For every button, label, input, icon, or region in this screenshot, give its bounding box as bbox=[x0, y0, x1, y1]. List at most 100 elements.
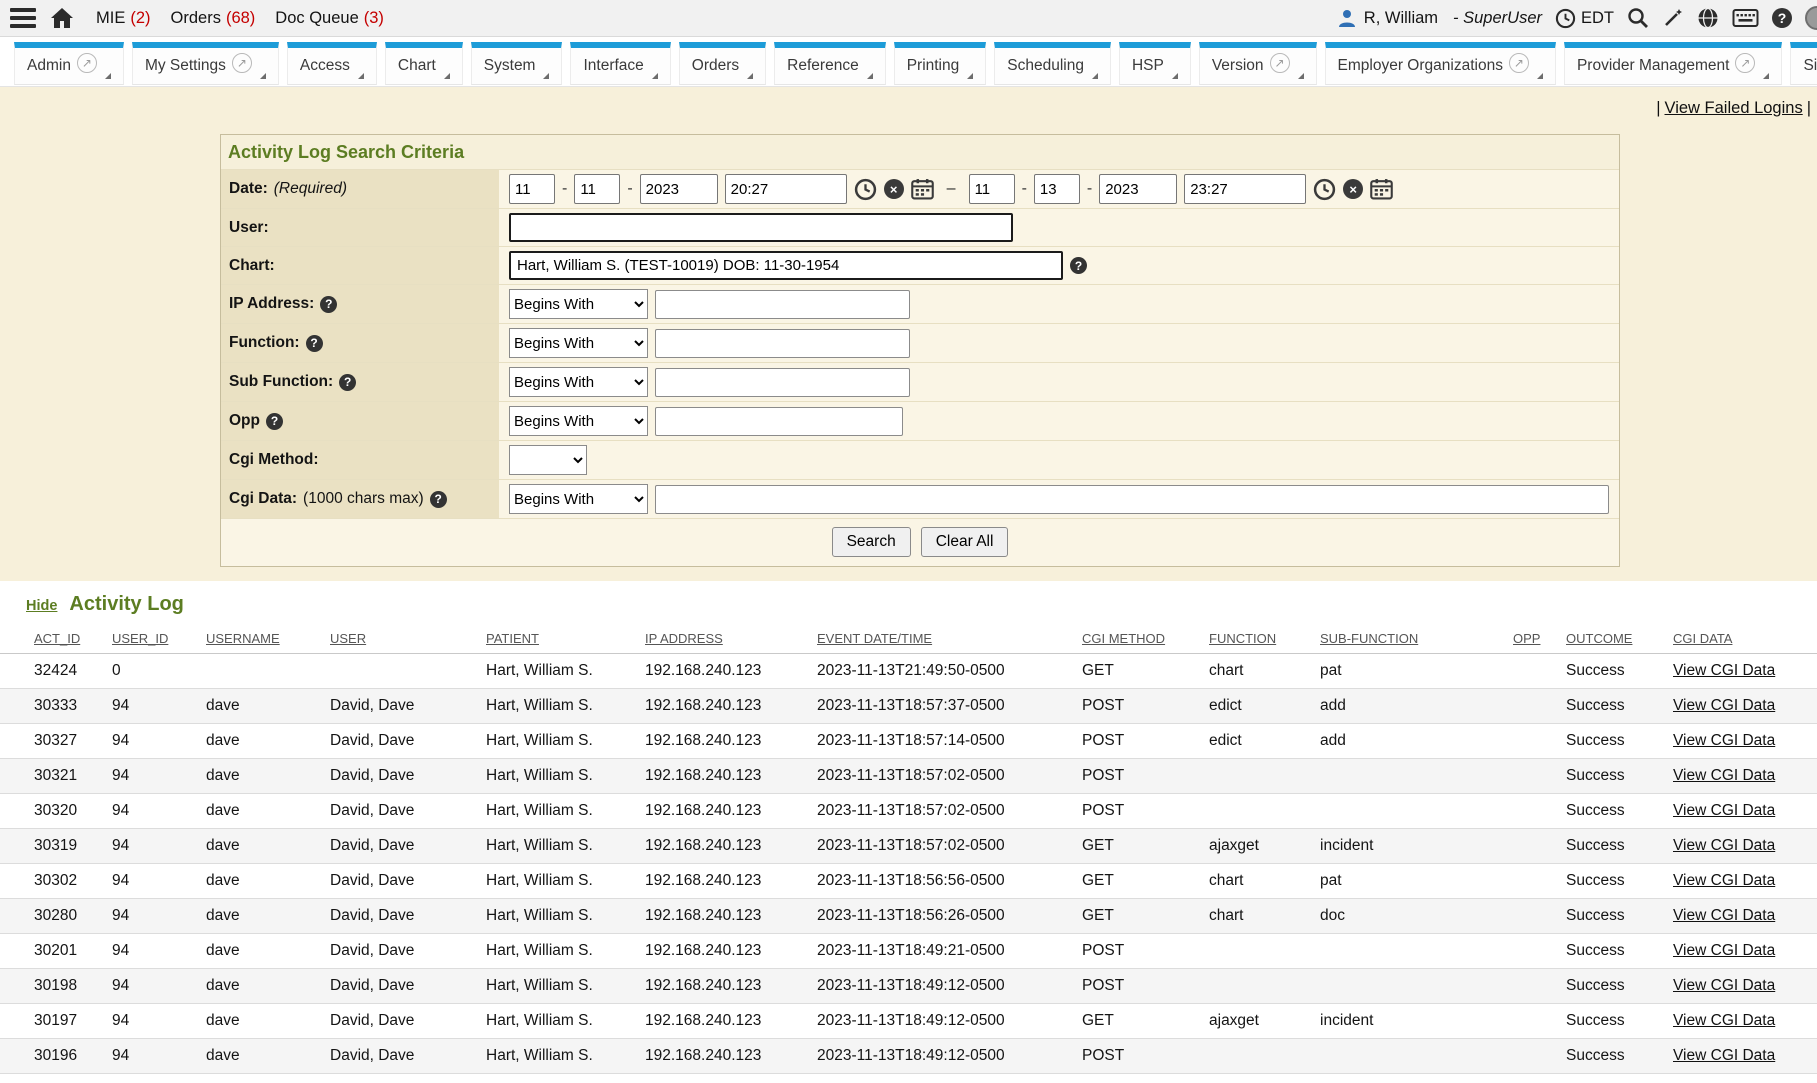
tab-access[interactable]: Access bbox=[287, 42, 377, 85]
tab-orders[interactable]: Orders bbox=[679, 42, 766, 85]
hamburger-menu-icon[interactable] bbox=[10, 7, 36, 29]
to-date-calendar-icon[interactable] bbox=[1370, 178, 1393, 200]
nav-item-orders[interactable]: Orders(68) bbox=[171, 9, 256, 28]
opp-operator-select[interactable]: Begins With bbox=[509, 406, 648, 436]
search-button[interactable]: Search bbox=[832, 527, 911, 557]
tab-employer-organizations[interactable]: Employer Organizations↗ bbox=[1325, 42, 1556, 85]
tab-similar-exposure[interactable]: Similar Exposure bbox=[1790, 42, 1817, 85]
view-cgi-data-link[interactable]: View CGI Data bbox=[1673, 907, 1775, 924]
column-header-username[interactable]: USERNAME bbox=[206, 624, 330, 654]
from-time-input[interactable] bbox=[725, 174, 847, 204]
view-cgi-data-link[interactable]: View CGI Data bbox=[1673, 732, 1775, 749]
globe-icon[interactable] bbox=[1697, 7, 1719, 29]
column-header-act_id[interactable]: ACT_ID bbox=[0, 624, 112, 654]
sub-function-input[interactable] bbox=[655, 368, 910, 397]
from-date-clear-icon[interactable]: × bbox=[884, 179, 904, 199]
from-day-input[interactable] bbox=[574, 174, 620, 204]
view-cgi-data-link[interactable]: View CGI Data bbox=[1673, 942, 1775, 959]
view-cgi-data-link[interactable]: View CGI Data bbox=[1673, 837, 1775, 854]
column-header-function[interactable]: FUNCTION bbox=[1209, 624, 1320, 654]
search-icon[interactable] bbox=[1627, 7, 1649, 29]
nav-item-doc-queue[interactable]: Doc Queue(3) bbox=[275, 9, 384, 28]
view-cgi-data-link[interactable]: View CGI Data bbox=[1673, 1047, 1775, 1064]
column-header-method[interactable]: CGI METHOD bbox=[1082, 624, 1209, 654]
tab-reference[interactable]: Reference bbox=[774, 42, 886, 85]
column-header-patient[interactable]: PATIENT bbox=[486, 624, 645, 654]
to-date-clear-icon[interactable]: × bbox=[1343, 179, 1363, 199]
to-month-input[interactable] bbox=[969, 174, 1015, 204]
cell-opp bbox=[1513, 1039, 1566, 1074]
function-help-icon[interactable]: ? bbox=[306, 335, 323, 352]
sub-function-operator-select[interactable]: Begins With bbox=[509, 367, 648, 397]
view-cgi-data-link[interactable]: View CGI Data bbox=[1673, 662, 1775, 679]
content-area: |View Failed Logins| Activity Log Search… bbox=[0, 87, 1817, 581]
column-header-datetime[interactable]: EVENT DATE/TIME bbox=[817, 624, 1082, 654]
column-header-cgi[interactable]: CGI DATA bbox=[1673, 624, 1817, 654]
hide-link[interactable]: Hide bbox=[26, 598, 57, 614]
wand-icon[interactable] bbox=[1662, 7, 1684, 29]
cell-outcome: Success bbox=[1566, 794, 1673, 829]
view-cgi-data-link[interactable]: View CGI Data bbox=[1673, 872, 1775, 889]
timezone-indicator[interactable]: EDT bbox=[1555, 8, 1614, 29]
cell-user_id: 94 bbox=[112, 759, 206, 794]
cell-function bbox=[1209, 759, 1320, 794]
cell-user: David, Dave bbox=[330, 899, 486, 934]
cutoff-icon[interactable] bbox=[1805, 6, 1817, 30]
search-criteria-title: Activity Log Search Criteria bbox=[221, 135, 1619, 169]
view-cgi-data-link[interactable]: View CGI Data bbox=[1673, 1012, 1775, 1029]
help-icon[interactable]: ? bbox=[1772, 8, 1792, 28]
to-day-input[interactable] bbox=[1034, 174, 1080, 204]
view-cgi-data-link[interactable]: View CGI Data bbox=[1673, 767, 1775, 784]
tab-printing[interactable]: Printing bbox=[894, 42, 987, 85]
from-time-clock-icon[interactable] bbox=[854, 178, 877, 201]
clear-all-button[interactable]: Clear All bbox=[921, 527, 1009, 557]
to-time-input[interactable] bbox=[1184, 174, 1306, 204]
to-time-clock-icon[interactable] bbox=[1313, 178, 1336, 201]
column-header-opp[interactable]: OPP bbox=[1513, 624, 1566, 654]
column-header-user[interactable]: USER bbox=[330, 624, 486, 654]
tab-version[interactable]: Version↗ bbox=[1199, 42, 1317, 85]
sub-function-help-icon[interactable]: ? bbox=[339, 374, 356, 391]
ip-operator-select[interactable]: Begins With bbox=[509, 289, 648, 319]
tab-label: Admin bbox=[27, 57, 71, 75]
ip-address-input[interactable] bbox=[655, 290, 910, 319]
tab-interface[interactable]: Interface bbox=[570, 42, 670, 85]
view-cgi-data-link[interactable]: View CGI Data bbox=[1673, 697, 1775, 714]
function-input[interactable] bbox=[655, 329, 910, 358]
view-cgi-data-link[interactable]: View CGI Data bbox=[1673, 802, 1775, 819]
function-operator-select[interactable]: Begins With bbox=[509, 328, 648, 358]
opp-input[interactable] bbox=[655, 407, 903, 436]
view-cgi-data-link[interactable]: View CGI Data bbox=[1673, 977, 1775, 994]
tab-my-settings[interactable]: My Settings↗ bbox=[132, 42, 279, 85]
tab-admin[interactable]: Admin↗ bbox=[14, 42, 124, 85]
column-header-subfunction[interactable]: SUB-FUNCTION bbox=[1320, 624, 1513, 654]
activity-log-table-body: 324240Hart, William S.192.168.240.123202… bbox=[0, 654, 1817, 1074]
column-header-ip[interactable]: IP ADDRESS bbox=[645, 624, 817, 654]
ip-address-help-icon[interactable]: ? bbox=[320, 296, 337, 313]
user-input[interactable] bbox=[509, 213, 1013, 242]
nav-item-mie[interactable]: MIE(2) bbox=[96, 9, 151, 28]
search-criteria-panel: Activity Log Search Criteria Date: (Requ… bbox=[220, 134, 1620, 567]
tab-system[interactable]: System bbox=[471, 42, 563, 85]
home-icon[interactable] bbox=[50, 7, 74, 29]
from-year-input[interactable] bbox=[640, 174, 718, 204]
column-header-user_id[interactable]: USER_ID bbox=[112, 624, 206, 654]
tab-hsp[interactable]: HSP bbox=[1119, 42, 1191, 85]
chart-help-icon[interactable]: ? bbox=[1070, 257, 1087, 274]
cgi-data-operator-select[interactable]: Begins With bbox=[509, 484, 648, 514]
cgi-method-select[interactable] bbox=[509, 445, 587, 475]
tab-chart[interactable]: Chart bbox=[385, 42, 463, 85]
user-menu[interactable]: R, William - SuperUser bbox=[1337, 8, 1542, 28]
opp-help-icon[interactable]: ? bbox=[266, 413, 283, 430]
tab-scheduling[interactable]: Scheduling bbox=[994, 42, 1111, 85]
to-year-input[interactable] bbox=[1099, 174, 1177, 204]
column-header-outcome[interactable]: OUTCOME bbox=[1566, 624, 1673, 654]
cgi-data-input[interactable] bbox=[655, 485, 1609, 514]
from-month-input[interactable] bbox=[509, 174, 555, 204]
keyboard-icon[interactable] bbox=[1732, 9, 1759, 27]
chart-input[interactable] bbox=[509, 251, 1063, 280]
cgi-data-help-icon[interactable]: ? bbox=[430, 491, 447, 508]
from-date-calendar-icon[interactable] bbox=[911, 178, 934, 200]
tab-provider-management[interactable]: Provider Management↗ bbox=[1564, 42, 1783, 85]
view-failed-logins-link[interactable]: View Failed Logins bbox=[1665, 99, 1803, 117]
